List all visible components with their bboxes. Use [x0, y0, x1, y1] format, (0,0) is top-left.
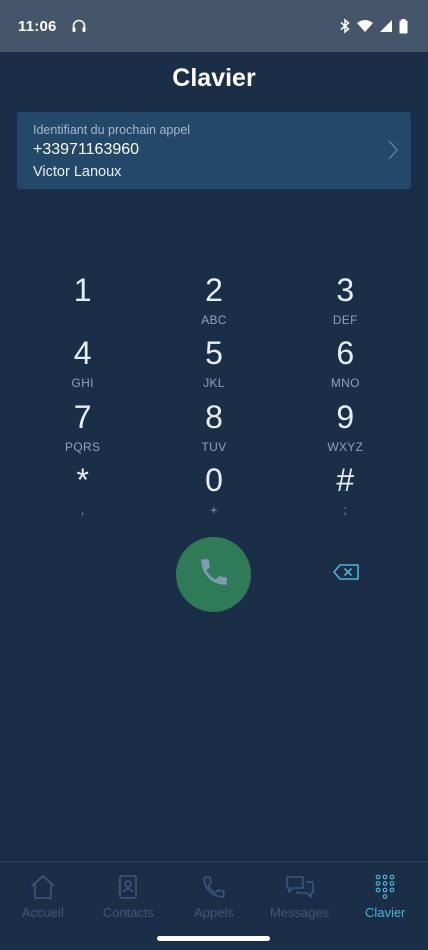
caller-id-label: Identifiant du prochain appel — [33, 123, 191, 137]
key-2[interactable]: 2 ABC — [148, 270, 279, 333]
key-letters: + — [210, 502, 218, 517]
nav-label: Contacts — [102, 905, 155, 920]
nav-item-contacts[interactable]: Contacts — [86, 862, 172, 931]
phone-handset-icon — [197, 555, 231, 594]
key-letters: WXYZ — [327, 439, 364, 454]
key-letters: GHI — [71, 376, 94, 391]
nav-label: Appels — [194, 905, 234, 920]
signal-icon — [379, 19, 393, 33]
key-0[interactable]: 0 + — [148, 460, 279, 523]
status-time: 11:06 — [18, 17, 57, 35]
key-4[interactable]: 4 GHI — [17, 333, 148, 396]
nav-item-clavier[interactable]: Clavier — [342, 862, 428, 931]
phone-icon — [201, 873, 227, 901]
status-bar: 11:06 — [0, 0, 428, 52]
caller-id-number: +33971163960 — [33, 141, 140, 158]
bottom-navigation: Accueil Contacts Appels Messages Clavier — [0, 861, 428, 931]
headset-icon — [71, 18, 87, 34]
bluetooth-icon — [339, 18, 351, 34]
key-5[interactable]: 5 JKL — [148, 333, 279, 396]
key-digit: # — [336, 461, 355, 498]
nav-item-messages[interactable]: Messages — [257, 862, 343, 931]
key-3[interactable]: 3 DEF — [280, 270, 411, 333]
key-9[interactable]: 9 WXYZ — [280, 397, 411, 460]
key-digit: 4 — [73, 335, 92, 372]
key-digit: * — [76, 461, 89, 498]
contacts-book-icon — [116, 873, 140, 901]
nav-label: Accueil — [21, 905, 64, 920]
key-digit: 0 — [205, 461, 223, 498]
dialpad-icon — [373, 873, 397, 901]
key-digit: 7 — [73, 398, 92, 435]
key-letters: DEF — [332, 313, 358, 327]
dialpad: 1 2 ABC 3 DEF 4 GHI 5 JKL 6 MNO 7 PQRS 8 TUV 9 W… — [17, 270, 411, 523]
key-digit: 5 — [205, 335, 223, 372]
key-hash[interactable]: #; — [280, 460, 411, 523]
nav-item-appels[interactable]: Appels — [171, 862, 257, 931]
page-title: Clavier — [172, 64, 256, 92]
home-icon — [29, 873, 57, 901]
key-1[interactable]: 1 — [17, 270, 148, 333]
nav-item-accueil[interactable]: Accueil — [0, 862, 86, 931]
battery-icon — [399, 18, 408, 34]
key-7[interactable]: 7 PQRS — [17, 397, 148, 460]
gesture-handle[interactable] — [157, 936, 270, 941]
key-letters: MNO — [330, 376, 360, 391]
chat-bubbles-icon — [285, 873, 315, 901]
key-letters: JKL — [203, 376, 225, 391]
key-6[interactable]: 6 MNO — [280, 333, 411, 396]
chevron-right-icon — [387, 140, 399, 165]
caller-id-card[interactable]: Identifiant du prochain appel +339711639… — [17, 112, 411, 189]
call-button[interactable] — [176, 537, 251, 612]
key-letters: , — [80, 502, 85, 517]
key-digit: 3 — [336, 272, 355, 308]
nav-label: Messages — [269, 905, 330, 920]
key-digit: 6 — [336, 335, 355, 372]
key-letters: TUV — [201, 439, 227, 454]
key-star[interactable]: *, — [17, 460, 148, 523]
key-letters: ABC — [201, 313, 227, 327]
key-letters: PQRS — [65, 439, 101, 454]
key-digit: 9 — [336, 398, 355, 435]
key-letters: ; — [343, 502, 348, 517]
key-digit: 8 — [205, 398, 223, 435]
key-digit: 1 — [73, 272, 92, 308]
nav-label: Clavier — [364, 905, 406, 920]
backspace-icon — [332, 563, 360, 586]
wifi-icon — [357, 19, 373, 33]
key-8[interactable]: 8 TUV — [148, 397, 279, 460]
caller-id-name: Victor Lanoux — [33, 164, 122, 180]
key-digit: 2 — [205, 272, 223, 308]
backspace-button[interactable] — [326, 560, 366, 588]
